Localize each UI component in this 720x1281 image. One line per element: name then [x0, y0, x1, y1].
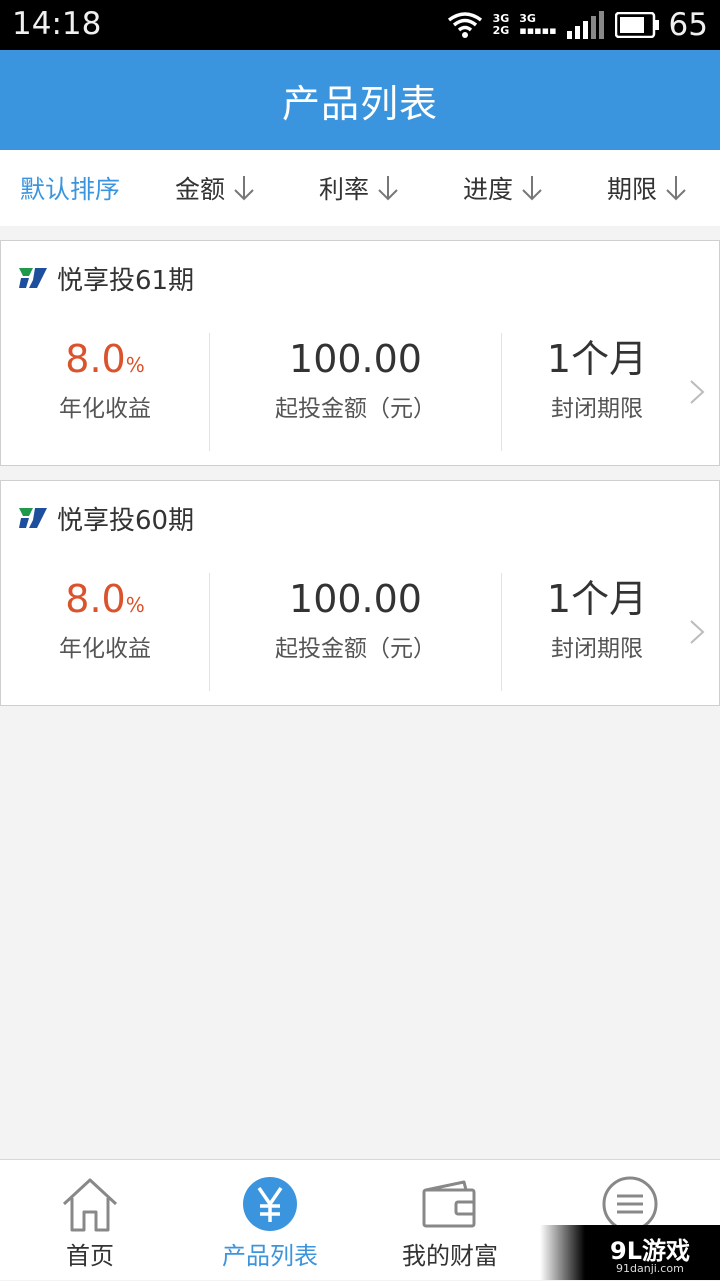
- arrow-down-icon: [666, 176, 686, 201]
- term-value: 1个月: [546, 577, 648, 621]
- product-header: 悦享投60期: [19, 499, 194, 537]
- brand-logo-icon: [19, 508, 47, 528]
- rate-column: 8.0% 年化收益: [1, 571, 209, 691]
- watermark-brand: 9L游戏: [610, 1237, 690, 1265]
- watermark: 9L游戏 91danji.com: [540, 1225, 720, 1280]
- page-title: 产品列表: [281, 81, 438, 126]
- product-header: 悦享投61期: [19, 259, 194, 297]
- sort-term[interactable]: 期限: [607, 150, 687, 226]
- arrow-down-icon: [522, 176, 542, 201]
- term-label: 封闭期限: [551, 636, 643, 662]
- product-name: 悦享投60期: [57, 505, 195, 536]
- tab-home-label: 首页: [66, 1242, 114, 1270]
- term-label: 封闭期限: [551, 396, 643, 422]
- min-amount: 100.00: [289, 337, 422, 381]
- min-amount: 100.00: [289, 577, 422, 621]
- tab-my-wealth-label: 我的财富: [402, 1242, 498, 1270]
- chevron-right-icon: [690, 380, 705, 404]
- tab-home[interactable]: 首页: [0, 1160, 180, 1281]
- battery-icon: [614, 12, 659, 38]
- network-3g-2g: 3G 2G: [492, 12, 510, 37]
- annual-rate: 8.0%: [65, 337, 145, 381]
- sort-bar: 默认排序 金额 利率 进度 期限: [0, 150, 720, 226]
- status-indicators: 3G 2G 3G ▪▪▪▪▪ 65: [447, 4, 708, 46]
- sort-progress-label: 进度: [463, 175, 514, 204]
- sort-term-label: 期限: [607, 175, 658, 204]
- product-card[interactable]: 悦享投60期 8.0% 年化收益 100.00 起投金额（元） 1个月 封闭期限: [0, 480, 720, 706]
- chevron-right-icon: [690, 620, 705, 644]
- amount-column: 100.00 起投金额（元）: [210, 331, 501, 451]
- yen-icon: [243, 1177, 297, 1231]
- battery-level: 65: [668, 7, 708, 43]
- sort-default-label: 默认排序: [20, 175, 121, 204]
- annual-rate: 8.0%: [65, 577, 145, 621]
- arrow-down-icon: [378, 176, 398, 201]
- sort-default[interactable]: 默认排序: [20, 150, 120, 226]
- min-amount-label: 起投金额（元）: [275, 636, 436, 662]
- product-card[interactable]: 悦享投61期 8.0% 年化收益 100.00 起投金额（元） 1个月 封闭期限: [0, 240, 720, 466]
- status-time: 14:18: [12, 6, 102, 42]
- sort-amount[interactable]: 金额: [175, 150, 255, 226]
- tab-my-wealth[interactable]: 我的财富: [360, 1160, 540, 1281]
- annual-rate-label: 年化收益: [59, 396, 151, 422]
- annual-rate-label: 年化收益: [59, 636, 151, 662]
- term-value: 1个月: [546, 337, 648, 381]
- home-icon: [62, 1178, 118, 1232]
- term-column: 1个月 封闭期限: [502, 571, 692, 691]
- wifi-icon: [447, 12, 482, 38]
- product-name: 悦享投61期: [57, 265, 195, 296]
- signal-icon: [566, 11, 604, 39]
- sort-progress[interactable]: 进度: [463, 150, 543, 226]
- tab-product-list[interactable]: 产品列表: [180, 1160, 360, 1281]
- arrow-down-icon: [234, 176, 254, 201]
- title-bar: 产品列表: [0, 50, 720, 150]
- sort-rate-label: 利率: [319, 175, 370, 204]
- amount-column: 100.00 起投金额（元）: [210, 571, 501, 691]
- rate-column: 8.0% 年化收益: [1, 331, 209, 451]
- watermark-url: 91danji.com: [616, 1262, 684, 1275]
- tab-product-list-label: 产品列表: [222, 1242, 318, 1270]
- wallet-icon: [422, 1180, 476, 1228]
- network-3g-2: 3G ▪▪▪▪▪: [519, 12, 557, 37]
- min-amount-label: 起投金额（元）: [275, 396, 436, 422]
- status-bar: 14:18 3G 2G 3G ▪▪▪▪▪ 65: [0, 0, 720, 50]
- brand-logo-icon: [19, 268, 47, 288]
- sort-rate[interactable]: 利率: [319, 150, 399, 226]
- sort-amount-label: 金额: [175, 175, 226, 204]
- term-column: 1个月 封闭期限: [502, 331, 692, 451]
